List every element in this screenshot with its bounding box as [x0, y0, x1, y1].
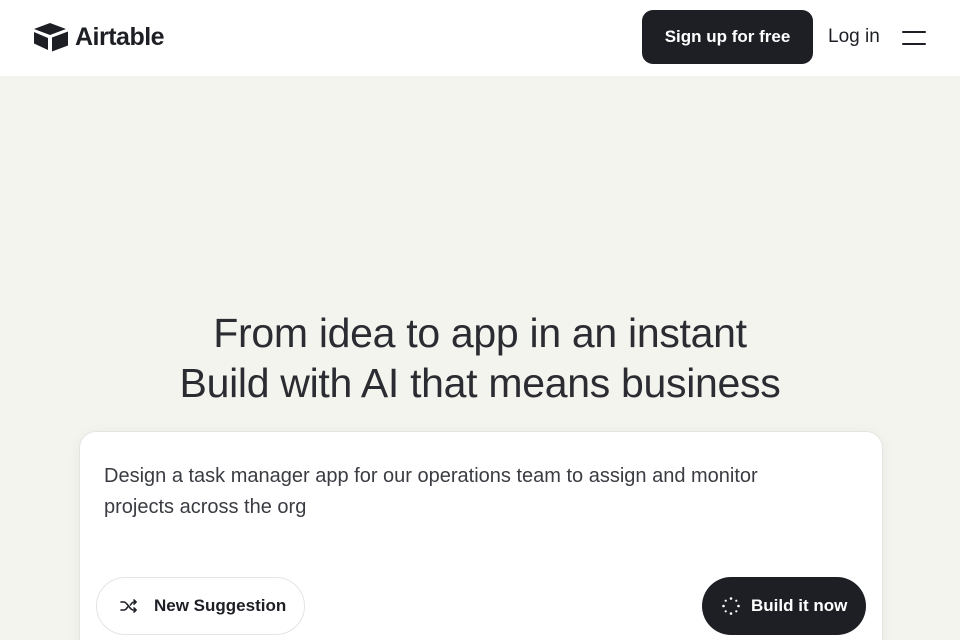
logo-wordmark: Airtable — [75, 22, 165, 51]
page: Airtable Sign up for free Log in From id… — [0, 0, 960, 640]
build-it-now-label: Build it now — [751, 596, 848, 615]
build-it-now-button[interactable]: Build it now — [702, 577, 866, 635]
new-suggestion-button[interactable]: New Suggestion — [96, 577, 305, 635]
new-suggestion-label: New Suggestion — [154, 596, 287, 615]
airtable-logo-icon — [34, 23, 68, 52]
shuffle-icon — [120, 599, 137, 613]
hero-heading-line-1: From idea to app in an instant — [213, 310, 747, 356]
menu-bar-bottom — [902, 43, 926, 45]
hero-heading-line-2: Build with AI that means business — [179, 360, 781, 406]
airtable-logo[interactable]: Airtable — [33, 22, 165, 52]
ai-prompt-card: Design a task manager app for our operat… — [80, 432, 882, 640]
log-in-link[interactable]: Log in — [828, 26, 880, 48]
sign-up-button[interactable]: Sign up for free — [642, 10, 813, 64]
menu-bar-top — [902, 31, 926, 33]
prompt-input[interactable]: Design a task manager app for our operat… — [104, 461, 824, 523]
top-navigation-bar: Airtable Sign up for free Log in — [0, 0, 960, 76]
hamburger-menu-icon[interactable] — [900, 28, 928, 48]
sparkle-loader-icon — [722, 597, 740, 615]
hero-heading: From idea to app in an instant Build wit… — [0, 308, 960, 408]
